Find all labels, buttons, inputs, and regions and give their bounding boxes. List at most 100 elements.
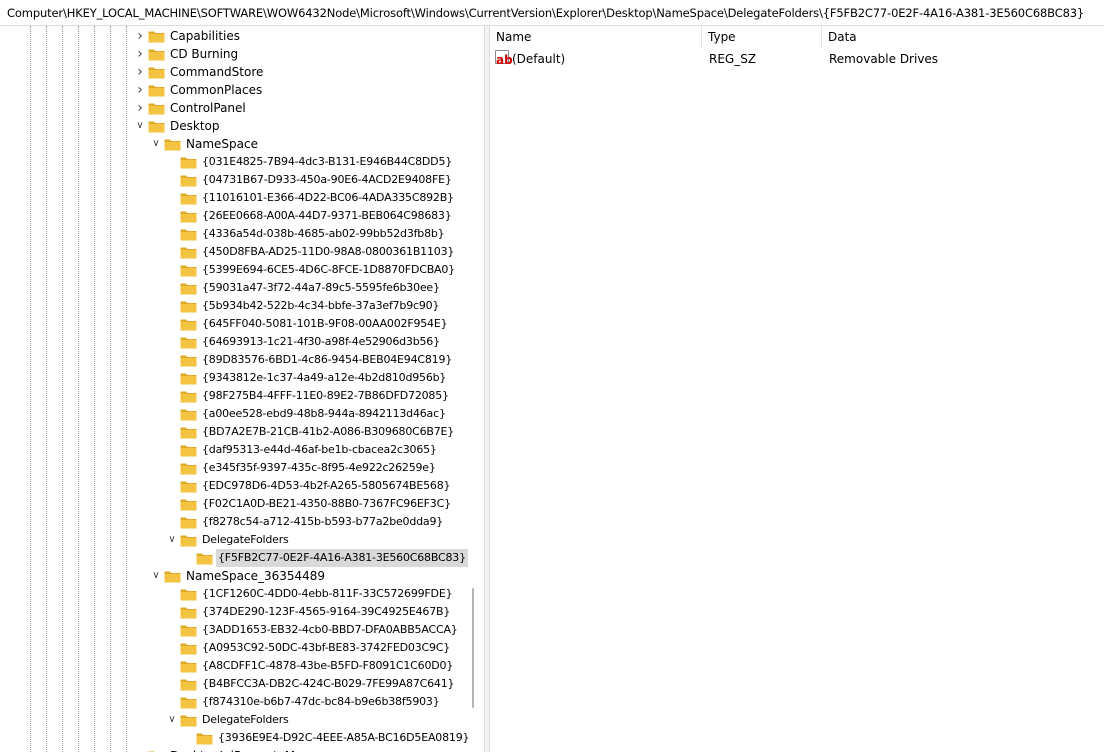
folder-icon: [180, 714, 197, 727]
value-type: REG_SZ: [709, 52, 757, 66]
tree-item[interactable]: {4336a54d-038b-4685-ab02-99bb52d3fb8b}: [0, 225, 470, 243]
tree-item[interactable]: ∨ Desktop: [0, 117, 470, 135]
folder-icon: [180, 372, 197, 385]
chevron-right-icon[interactable]: ›: [135, 81, 145, 99]
folder-icon: [180, 678, 197, 691]
tree-item[interactable]: {26EE0668-A00A-44D7-9371-BEB064C98683}: [0, 207, 470, 225]
folder-icon: [164, 138, 181, 151]
folder-icon: [180, 192, 197, 205]
chevron-right-icon[interactable]: ›: [135, 27, 145, 45]
tree-item[interactable]: {11016101-E366-4D22-BC06-4ADA335C892B}: [0, 189, 470, 207]
tree-item[interactable]: › ControlPanel: [0, 99, 470, 117]
folder-icon: [180, 210, 197, 223]
tree-item[interactable]: {5b934b42-522b-4c34-bbfe-37a3ef7b9c90}: [0, 297, 470, 315]
tree-item[interactable]: {645FF040-5081-101B-9F08-00AA002F954E}: [0, 315, 470, 333]
folder-icon: [148, 30, 165, 43]
value-data: Removable Drives: [829, 52, 939, 66]
chevron-right-icon[interactable]: ›: [135, 45, 145, 63]
tree-item[interactable]: {f8278c54-a712-415b-b593-b77a2be0dda9}: [0, 513, 470, 531]
tree-item-label: {26EE0668-A00A-44D7-9371-BEB064C98683}: [202, 209, 452, 222]
tree-item[interactable]: {9343812e-1c37-4a49-a12e-4b2d810d956b}: [0, 369, 470, 387]
tree-item[interactable]: ∨ NameSpace_36354489: [0, 567, 470, 585]
tree-scrollbar-thumb[interactable]: [472, 588, 474, 708]
tree-item[interactable]: {A8CDFF1C-4878-43be-B5FD-F8091C1C60D0}: [0, 657, 470, 675]
folder-icon: [180, 426, 197, 439]
tree-item-label: ControlPanel: [170, 101, 246, 115]
folder-icon: [180, 480, 197, 493]
tree-item[interactable]: {5399E694-6CE5-4D6C-8FCE-1D8870FDCBA0}: [0, 261, 470, 279]
tree-item[interactable]: {64693913-1c21-4f30-a98f-4e52906d3b56}: [0, 333, 470, 351]
chevron-down-icon[interactable]: ∨: [151, 135, 161, 153]
tree-item[interactable]: {1CF1260C-4DD0-4ebb-811F-33C572699FDE}: [0, 585, 470, 603]
tree-item-label: {3ADD1653-EB32-4cb0-BBD7-DFA0ABB5ACCA}: [202, 623, 458, 636]
tree-item[interactable]: › DesktopIniPropertyMap: [0, 747, 470, 752]
registry-tree[interactable]: › Capabilities › CD Burning › CommandStore › Co…: [0, 26, 484, 752]
folder-icon: [180, 408, 197, 421]
tree-item[interactable]: {A0953C92-50DC-43bf-BE83-3742FED03C9C}: [0, 639, 470, 657]
tree-item[interactable]: {a00ee528-ebd9-48b8-944a-8942113d46ac}: [0, 405, 470, 423]
chevron-down-icon[interactable]: ∨: [167, 711, 177, 729]
tree-item-label: {f8278c54-a712-415b-b593-b77a2be0dda9}: [202, 515, 444, 528]
column-header-data[interactable]: Data: [822, 26, 1104, 48]
tree-item-label: {374DE290-123F-4565-9164-39C4925E467B}: [202, 605, 451, 618]
tree-item[interactable]: {e345f35f-9397-435c-8f95-4e922c26259e}: [0, 459, 470, 477]
tree-item-label: {645FF040-5081-101B-9F08-00AA002F954E}: [202, 317, 448, 330]
tree-item[interactable]: {daf95313-e44d-46af-be1b-cbacea2c3065}: [0, 441, 470, 459]
tree-item[interactable]: {F5FB2C77-0E2F-4A16-A381-3E560C68BC83}: [0, 549, 470, 567]
tree-item[interactable]: {450D8FBA-AD25-11D0-98A8-0800361B1103}: [0, 243, 470, 261]
tree-item-label: NameSpace_36354489: [186, 569, 326, 583]
tree-item[interactable]: {f874310e-b6b7-47dc-bc84-b9e6b38f5903}: [0, 693, 470, 711]
tree-item[interactable]: ∨ DelegateFolders: [0, 711, 470, 729]
tree-item[interactable]: {EDC978D6-4D53-4b2f-A265-5805674BE568}: [0, 477, 470, 495]
column-header-name[interactable]: Name: [490, 26, 702, 48]
tree-item-label: {EDC978D6-4D53-4b2f-A265-5805674BE568}: [202, 479, 451, 492]
tree-item[interactable]: {98F275B4-4FFF-11E0-89E2-7B86DFD72085}: [0, 387, 470, 405]
tree-item[interactable]: {BD7A2E7B-21CB-41b2-A086-B309680C6B7E}: [0, 423, 470, 441]
folder-icon: [180, 174, 197, 187]
folder-icon: [180, 264, 197, 277]
folder-icon: [180, 444, 197, 457]
chevron-right-icon[interactable]: ›: [135, 63, 145, 81]
tree-item[interactable]: {04731B67-D933-450a-90E6-4ACD2E9408FE}: [0, 171, 470, 189]
tree-item[interactable]: {F02C1A0D-BE21-4350-88B0-7367FC96EF3C}: [0, 495, 470, 513]
folder-icon: [180, 696, 197, 709]
tree-item[interactable]: {89D83576-6BD1-4c86-9454-BEB04E94C819}: [0, 351, 470, 369]
chevron-down-icon[interactable]: ∨: [151, 567, 161, 585]
column-header-type[interactable]: Type: [702, 26, 822, 48]
values-pane[interactable]: Name Type Data ab (Default) REG_SZ Remov…: [490, 26, 1104, 752]
tree-item[interactable]: ∨ NameSpace: [0, 135, 470, 153]
tree-item-label: DesktopIniPropertyMap: [168, 747, 312, 752]
tree-item[interactable]: {031E4825-7B94-4dc3-B131-E946B44C8DD5}: [0, 153, 470, 171]
tree-item-label: CD Burning: [170, 47, 239, 61]
folder-icon: [180, 228, 197, 241]
tree-item[interactable]: {374DE290-123F-4565-9164-39C4925E467B}: [0, 603, 470, 621]
tree-item[interactable]: {3936E9E4-D92C-4EEE-A85A-BC16D5EA0819}: [0, 729, 470, 747]
tree-item-label: DelegateFolders: [202, 533, 289, 546]
tree-item-label: {A8CDFF1C-4878-43be-B5FD-F8091C1C60D0}: [202, 659, 454, 672]
folder-icon: [180, 282, 197, 295]
folder-icon: [148, 48, 165, 61]
tree-item[interactable]: › CommandStore: [0, 63, 470, 81]
address-bar[interactable]: Computer\HKEY_LOCAL_MACHINE\SOFTWARE\WOW…: [0, 0, 1104, 26]
tree-item[interactable]: {B4BFCC3A-DB2C-424C-B029-7FE99A87C641}: [0, 675, 470, 693]
folder-icon: [180, 624, 197, 637]
chevron-down-icon[interactable]: ∨: [167, 531, 177, 549]
tree-item[interactable]: › Capabilities: [0, 27, 470, 45]
tree-item-label: CommonPlaces: [170, 83, 263, 97]
folder-icon: [148, 66, 165, 79]
tree-item-label: {89D83576-6BD1-4c86-9454-BEB04E94C819}: [202, 353, 453, 366]
tree-item[interactable]: › CD Burning: [0, 45, 470, 63]
chevron-right-icon[interactable]: ›: [135, 99, 145, 117]
tree-item-label: {B4BFCC3A-DB2C-424C-B029-7FE99A87C641}: [202, 677, 455, 690]
tree-item[interactable]: {59031a47-3f72-44a7-89c5-5595fe6b30ee}: [0, 279, 470, 297]
tree-item[interactable]: ∨ DelegateFolders: [0, 531, 470, 549]
folder-icon: [180, 300, 197, 313]
tree-item[interactable]: {3ADD1653-EB32-4cb0-BBD7-DFA0ABB5ACCA}: [0, 621, 470, 639]
value-row[interactable]: ab (Default) REG_SZ Removable Drives: [490, 50, 1104, 69]
chevron-right-icon[interactable]: ›: [135, 747, 145, 752]
tree-item[interactable]: › CommonPlaces: [0, 81, 470, 99]
chevron-down-icon[interactable]: ∨: [135, 117, 145, 135]
folder-icon: [180, 462, 197, 475]
folder-icon: [180, 246, 197, 259]
tree-item-label: {F02C1A0D-BE21-4350-88B0-7367FC96EF3C}: [202, 497, 451, 510]
